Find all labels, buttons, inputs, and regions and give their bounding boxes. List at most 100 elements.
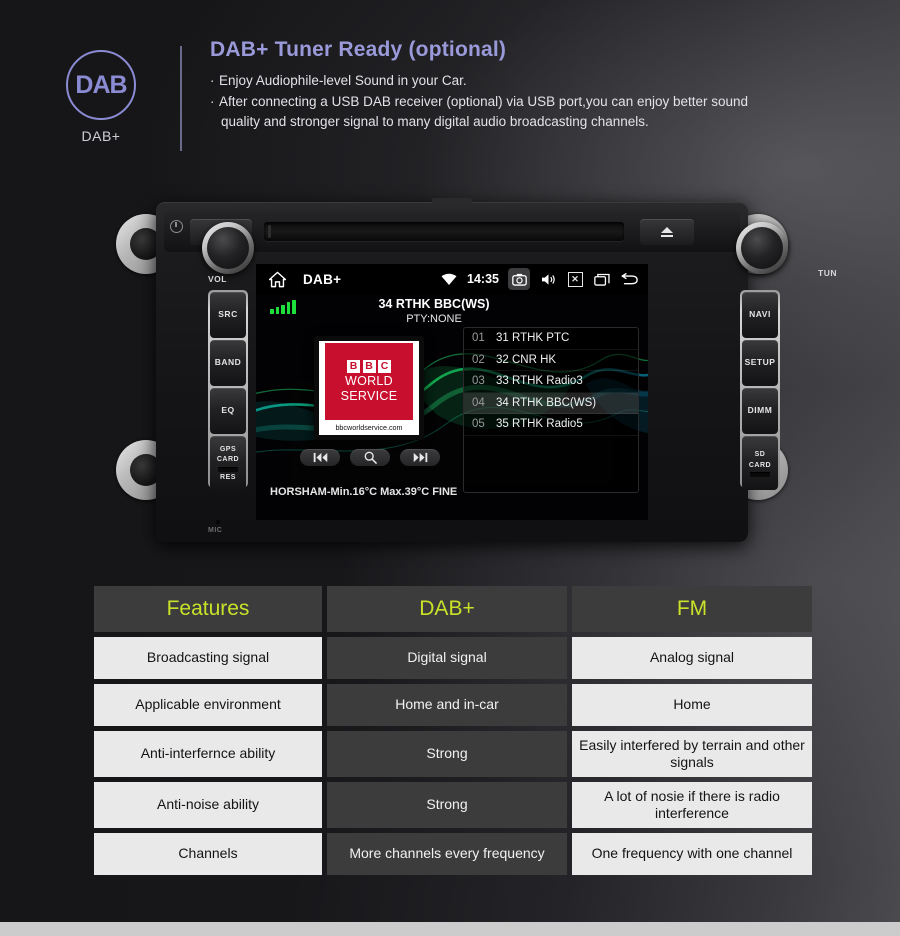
next-track-button[interactable]: [400, 449, 440, 466]
header-bullet-2: · After connecting a USB DAB receiver (op…: [210, 92, 870, 133]
dab-logo-icon: DAB: [66, 50, 136, 120]
left-button-column: SRC BAND EQ GPS CARD RES: [208, 290, 248, 490]
preset-name: 31 RTHK PTC: [496, 332, 570, 345]
cell-dab: Digital signal: [327, 637, 567, 679]
volume-icon[interactable]: [539, 270, 557, 288]
bullet-marker-1: ·: [210, 73, 215, 88]
header-bullet-2-cont: quality and stronger signal to many digi…: [221, 114, 649, 130]
cell-fm: Easily interfered by terrain and other s…: [572, 731, 812, 777]
power-icon[interactable]: [170, 220, 183, 233]
table-row: Broadcasting signal Digital signal Analo…: [94, 637, 820, 679]
eject-button[interactable]: [640, 219, 694, 245]
search-icon: [364, 451, 377, 464]
previous-track-button[interactable]: [300, 449, 340, 466]
preset-list-item[interactable]: 02 32 CNR HK: [464, 350, 638, 371]
bbc-letter-3: C: [378, 359, 391, 373]
preset-list-item[interactable]: 01 31 RTHK PTC: [464, 328, 638, 350]
gps-card-opening: [218, 466, 238, 472]
tune-knob[interactable]: [736, 222, 788, 274]
now-playing-station: 34 RTHK BBC(WS): [378, 297, 490, 311]
search-button[interactable]: [350, 449, 390, 466]
close-box-icon[interactable]: ✕: [566, 270, 584, 288]
bbc-letter-row: B B C: [347, 359, 391, 373]
preset-station-list[interactable]: 01 31 RTHK PTC 02 32 CNR HK 03 33 RTHK R…: [463, 327, 639, 493]
eq-button[interactable]: EQ: [210, 388, 246, 434]
gps-card-slot[interactable]: GPS CARD RES: [210, 436, 246, 490]
status-clock: 14:35: [467, 272, 499, 286]
bbc-world-service-logo: B B C WORLD SERVICE: [325, 343, 413, 420]
volume-knob[interactable]: [202, 222, 254, 274]
src-button[interactable]: SRC: [210, 292, 246, 338]
cell-feature: Channels: [94, 833, 322, 875]
cell-fm: One frequency with one channel: [572, 833, 812, 875]
dab-logo-caption: DAB+: [81, 128, 121, 144]
album-art: B B C WORLD SERVICE bbcworldservice.com: [314, 336, 424, 440]
table-header-dab: DAB+: [327, 586, 567, 632]
table-row: Applicable environment Home and in-car H…: [94, 684, 820, 726]
preset-name: 35 RTHK Radio5: [496, 418, 583, 431]
sd-card-label-2: CARD: [748, 461, 772, 469]
page-root: DAB DAB+ DAB+ Tuner Ready (optional) · En…: [0, 0, 900, 936]
signal-strength-icon: [270, 299, 296, 314]
dab-logo: DAB DAB+: [62, 50, 140, 144]
cell-dab: Strong: [327, 782, 567, 828]
source-label: DAB+: [303, 271, 342, 287]
weather-info: HORSHAM-Min.16°C Max.39°C FINE: [270, 486, 458, 498]
dimm-button[interactable]: DIMM: [742, 388, 778, 434]
header-bullet-1-text: Enjoy Audiophile-level Sound in your Car…: [219, 73, 467, 88]
header-title: DAB+ Tuner Ready (optional): [210, 38, 507, 61]
table-header-features: Features: [94, 586, 322, 632]
microphone-label: MIC: [208, 527, 223, 534]
bbc-letter-1: B: [347, 359, 360, 373]
back-icon[interactable]: [620, 270, 638, 288]
bbc-letter-2: B: [362, 359, 376, 373]
preset-number: 01: [472, 332, 485, 345]
preset-list-item[interactable]: 05 35 RTHK Radio5: [464, 414, 638, 436]
previous-track-icon: [313, 452, 327, 463]
right-button-column: NAVI SETUP DIMM SD CARD: [740, 290, 780, 490]
table-header-row: Features DAB+ FM: [94, 586, 820, 632]
head-unit-screen[interactable]: DAB+ 14:35 ✕ 34 RTHK BBC(WS) PTY:NONE B …: [256, 264, 648, 520]
wifi-icon[interactable]: [440, 270, 458, 288]
cell-fm: A lot of nosie if there is radio interfe…: [572, 782, 812, 828]
now-playing-pty: PTY:NONE: [406, 313, 462, 325]
dab-logo-text: DAB: [75, 70, 127, 99]
setup-button[interactable]: SETUP: [742, 340, 778, 386]
sd-card-label-1: SD: [754, 451, 766, 459]
table-header-fm: FM: [572, 586, 812, 632]
tune-knob-label: TUN: [818, 268, 837, 278]
cell-feature: Anti-noise ability: [94, 782, 322, 828]
cell-dab: Strong: [327, 731, 567, 777]
preset-name: 32 CNR HK: [496, 353, 557, 366]
header-bullet-1: · Enjoy Audiophile-level Sound in your Ca…: [210, 71, 870, 92]
preset-list-item-selected[interactable]: 04 34 RTHK BBC(WS): [464, 392, 638, 414]
recent-apps-icon[interactable]: [593, 270, 611, 288]
bottom-strip: [0, 922, 900, 936]
sd-card-opening: [750, 471, 770, 477]
camera-icon[interactable]: [508, 268, 530, 290]
preset-name: 33 RTHK Radio3: [496, 375, 583, 388]
gps-card-label-2: CARD: [216, 456, 240, 464]
close-box-glyph: ✕: [567, 271, 583, 287]
sd-card-slot[interactable]: SD CARD: [742, 436, 778, 490]
header-divider: [180, 46, 182, 151]
preset-list-item[interactable]: 03 33 RTHK Radio3: [464, 371, 638, 393]
eject-icon: [661, 226, 673, 237]
band-button[interactable]: BAND: [210, 340, 246, 386]
status-icon-group: 14:35 ✕: [440, 268, 648, 290]
preset-number: 02: [472, 353, 485, 366]
home-icon[interactable]: [268, 270, 287, 289]
next-track-icon: [413, 452, 427, 463]
table-row: Channels More channels every frequency O…: [94, 833, 820, 875]
cell-fm: Home: [572, 684, 812, 726]
dab-vs-fm-comparison-table: Features DAB+ FM Broadcasting signal Dig…: [94, 586, 820, 880]
volume-knob-label: VOL: [208, 274, 227, 284]
reset-label: RES: [220, 473, 236, 481]
cd-slot[interactable]: [264, 222, 624, 241]
cell-feature: Anti-interfernce ability: [94, 731, 322, 777]
navi-button[interactable]: NAVI: [742, 292, 778, 338]
android-status-bar: DAB+ 14:35 ✕: [256, 264, 648, 294]
table-row: Anti-noise ability Strong A lot of nosie…: [94, 782, 820, 828]
album-art-inner: B B C WORLD SERVICE bbcworldservice.com: [319, 341, 419, 435]
faceplate-nub: [432, 198, 472, 205]
